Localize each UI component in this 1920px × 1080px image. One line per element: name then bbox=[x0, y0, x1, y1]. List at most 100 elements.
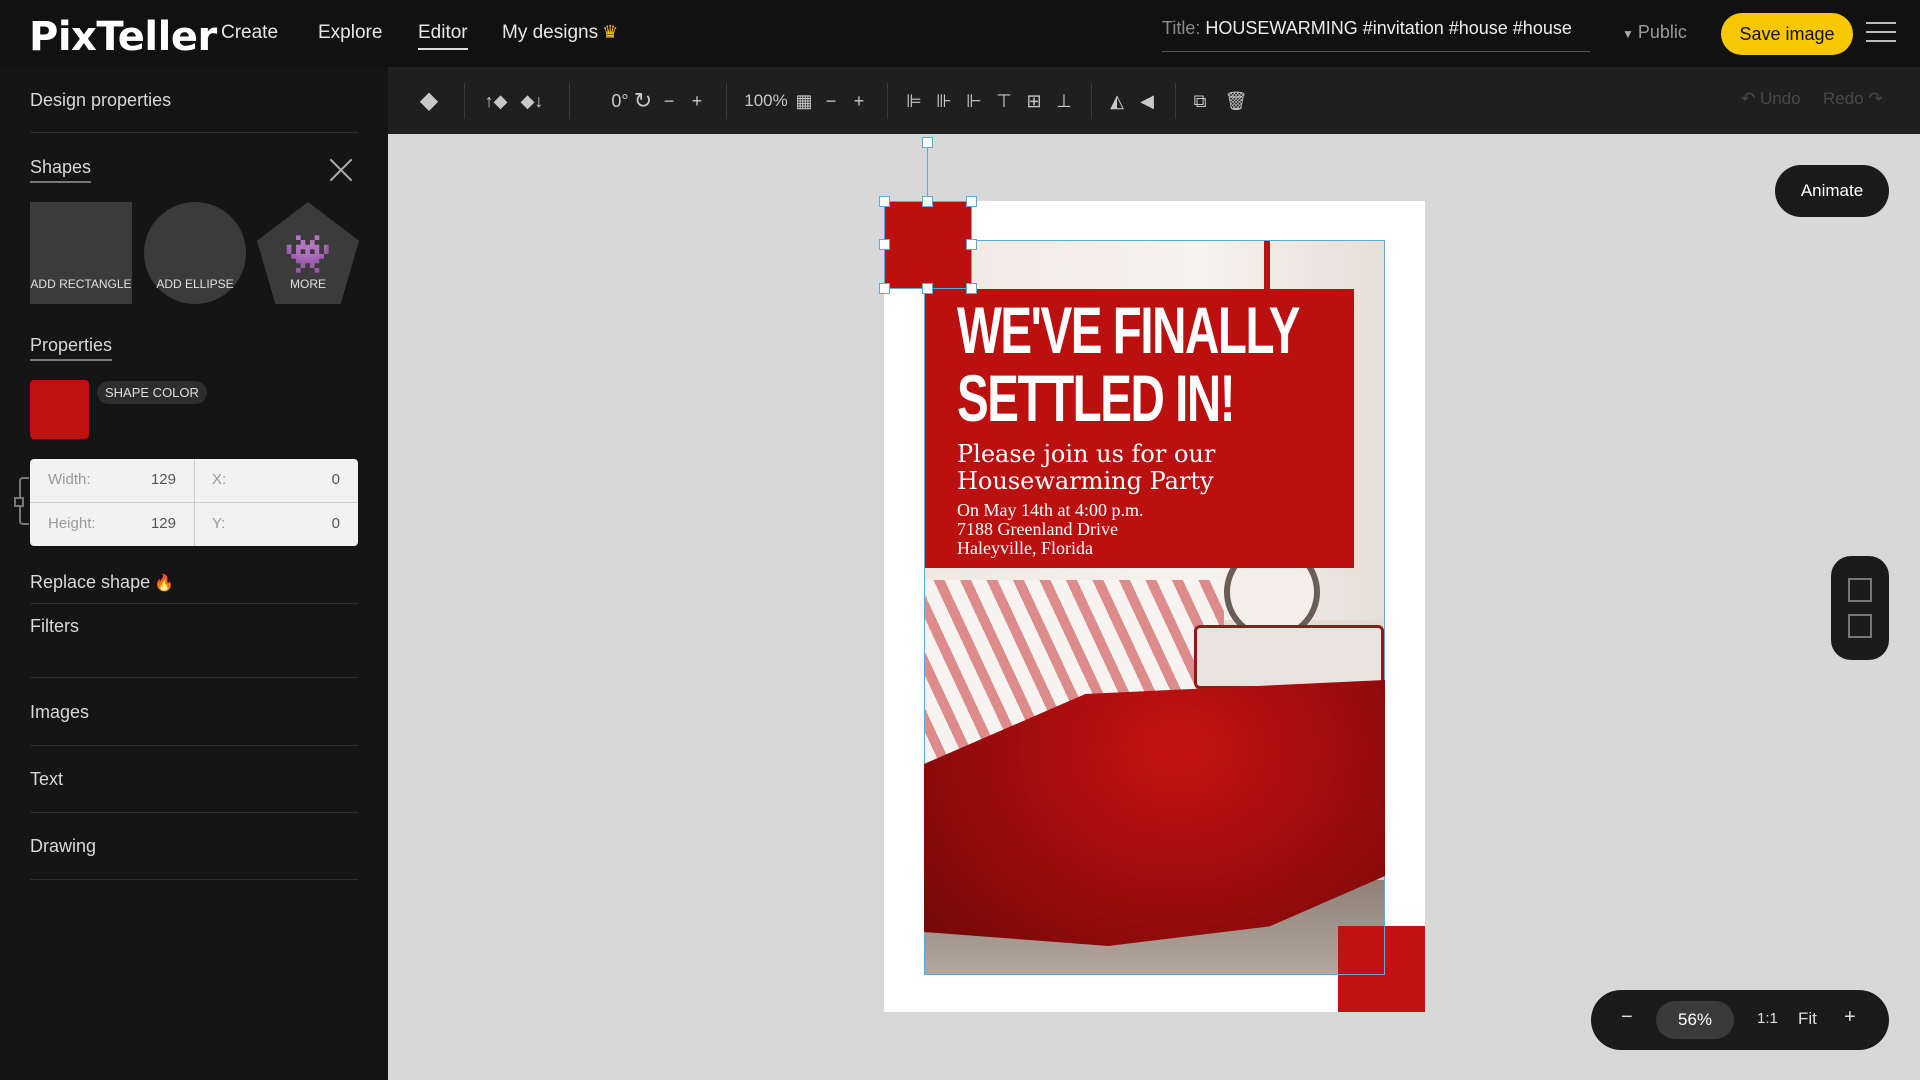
height-field[interactable]: Height: 129 bbox=[30, 503, 194, 546]
actual-size-button[interactable]: 1:1 bbox=[1757, 1010, 1778, 1027]
duplicate-icon[interactable]: ⧉ bbox=[1186, 87, 1214, 115]
text-section[interactable]: Text bbox=[30, 769, 63, 790]
flip-horizontal-icon[interactable]: ◭ bbox=[1104, 87, 1130, 115]
title-label: Title: bbox=[1162, 18, 1201, 38]
left-sidebar: Design properties Shapes ADD RECTANGLE A… bbox=[0, 67, 388, 1080]
add-ellipse-button[interactable]: ADD ELLIPSE bbox=[144, 202, 246, 304]
zoom-in-icon[interactable]: + bbox=[1844, 1006, 1856, 1029]
resize-handle-n[interactable] bbox=[922, 196, 933, 207]
animate-button[interactable]: Animate bbox=[1775, 165, 1889, 217]
design-properties-link[interactable]: Design properties bbox=[30, 90, 171, 111]
resize-handle-ne[interactable] bbox=[966, 196, 977, 207]
design-title-field[interactable]: Title: HOUSEWARMING #invitation #house #… bbox=[1162, 18, 1590, 52]
divider bbox=[726, 83, 727, 119]
top-navigation-bar: PixTeller Create Explore Editor My desig… bbox=[0, 0, 1920, 67]
divider bbox=[887, 83, 888, 119]
resize-handle-e[interactable] bbox=[966, 239, 977, 250]
flip-vertical-icon[interactable]: ◀ bbox=[1134, 87, 1160, 115]
undo-label: Undo bbox=[1759, 89, 1801, 108]
nav-explore[interactable]: Explore bbox=[318, 22, 382, 44]
bring-forward-icon[interactable]: ↑◆ bbox=[480, 87, 512, 115]
undo-button[interactable]: ↶ Undo bbox=[1741, 89, 1801, 109]
save-image-button[interactable]: Save image bbox=[1721, 13, 1853, 55]
opacity-increase-icon[interactable]: + bbox=[848, 87, 870, 115]
properties-heading: Properties bbox=[30, 335, 113, 361]
more-shapes-button[interactable]: 👾 MORE bbox=[257, 202, 359, 304]
x-value[interactable]: 0 bbox=[332, 471, 340, 488]
divider bbox=[1091, 83, 1092, 119]
align-left-icon[interactable]: ⊫ bbox=[902, 87, 926, 115]
resize-handle-nw[interactable] bbox=[879, 196, 890, 207]
x-field[interactable]: X: 0 bbox=[194, 459, 358, 502]
y-field[interactable]: Y: 0 bbox=[194, 503, 358, 546]
layers-icon[interactable]: ◆ bbox=[414, 87, 444, 115]
align-top-icon[interactable]: ⊤ bbox=[992, 87, 1016, 115]
dropdown-caret-icon: ▼ bbox=[1622, 27, 1634, 41]
opacity-value: 100% bbox=[744, 91, 788, 110]
rotate-increase-icon[interactable]: + bbox=[686, 87, 708, 115]
zoom-controls: − 56% 1:1 Fit + bbox=[1591, 990, 1889, 1050]
drawing-section[interactable]: Drawing bbox=[30, 836, 96, 857]
dimensions-panel: Width: 129 X: 0 Height: 129 Y: 0 bbox=[30, 459, 358, 546]
visibility-label: Public bbox=[1637, 22, 1687, 42]
send-backward-icon[interactable]: ◆↓ bbox=[516, 87, 548, 115]
align-right-icon[interactable]: ⊩ bbox=[962, 87, 986, 115]
nav-my-designs[interactable]: My designs ♛ bbox=[502, 22, 618, 44]
divider bbox=[30, 812, 358, 813]
resize-handle-w[interactable] bbox=[879, 239, 890, 250]
align-center-icon[interactable]: ⊪ bbox=[932, 87, 956, 115]
opacity-checker-icon[interactable]: ▦ bbox=[792, 87, 816, 115]
rotate-decrease-icon[interactable]: − bbox=[658, 87, 680, 115]
hamburger-menu-icon[interactable] bbox=[1866, 22, 1896, 44]
redo-label: Redo bbox=[1823, 89, 1864, 108]
height-value[interactable]: 129 bbox=[151, 515, 176, 532]
divider bbox=[1175, 83, 1176, 119]
y-value[interactable]: 0 bbox=[332, 515, 340, 532]
trash-icon[interactable]: 🗑 bbox=[1222, 87, 1250, 115]
resize-handle-s[interactable] bbox=[922, 283, 933, 294]
add-rectangle-button[interactable]: ADD RECTANGLE bbox=[30, 202, 132, 304]
align-bottom-icon[interactable]: ⊥ bbox=[1052, 87, 1076, 115]
title-value[interactable]: HOUSEWARMING #invitation #house #house bbox=[1205, 18, 1572, 38]
rotation-handle[interactable] bbox=[922, 137, 933, 148]
filters-link[interactable]: Filters bbox=[30, 616, 79, 637]
fit-button[interactable]: Fit bbox=[1798, 1009, 1817, 1029]
images-section[interactable]: Images bbox=[30, 702, 89, 723]
duplicate-page-icon[interactable] bbox=[1848, 614, 1872, 638]
aspect-lock-toggle[interactable] bbox=[14, 497, 24, 507]
divider bbox=[569, 83, 570, 119]
shapes-heading: Shapes bbox=[30, 157, 92, 183]
zoom-out-icon[interactable]: − bbox=[1621, 1006, 1633, 1029]
replace-shape-link[interactable]: Replace shape 🔥 bbox=[30, 572, 174, 593]
pixteller-logo[interactable]: PixTeller bbox=[29, 14, 217, 60]
width-value[interactable]: 129 bbox=[151, 471, 176, 488]
close-icon[interactable] bbox=[328, 157, 354, 183]
redo-button[interactable]: Redo ↷ bbox=[1823, 89, 1883, 109]
replace-shape-label: Replace shape bbox=[30, 572, 151, 592]
width-field[interactable]: Width: 129 bbox=[30, 459, 194, 502]
add-rectangle-label: ADD RECTANGLE bbox=[30, 277, 132, 291]
shape-color-swatch[interactable] bbox=[30, 380, 89, 439]
flame-icon: 🔥 bbox=[154, 575, 175, 592]
divider bbox=[30, 879, 358, 880]
nav-create[interactable]: Create bbox=[221, 22, 278, 44]
rotation-value: 0° bbox=[611, 91, 629, 111]
zoom-value[interactable]: 56% bbox=[1656, 1001, 1734, 1039]
height-label: Height: bbox=[48, 515, 96, 532]
rotate-icon[interactable]: ↻ bbox=[630, 87, 656, 115]
add-page-icon[interactable] bbox=[1848, 578, 1872, 602]
x-label: X: bbox=[212, 471, 227, 488]
undo-icon: ↶ bbox=[1741, 89, 1760, 108]
editor-toolbar: ◆ ↑◆ ◆↓ 0° ↻ − + 100% ▦ − + ⊫ ⊪ ⊩ ⊤ ⊞ ⊥ … bbox=[388, 67, 1920, 134]
canvas-side-tools bbox=[1831, 556, 1889, 660]
resize-handle-se[interactable] bbox=[966, 283, 977, 294]
align-middle-icon[interactable]: ⊞ bbox=[1022, 87, 1046, 115]
nav-my-designs-label: My designs bbox=[502, 22, 599, 43]
visibility-dropdown[interactable]: ▼ Public bbox=[1622, 22, 1687, 43]
selection-box bbox=[884, 201, 972, 289]
divider bbox=[30, 132, 358, 133]
resize-handle-sw[interactable] bbox=[879, 283, 890, 294]
crown-icon: ♛ bbox=[602, 22, 619, 42]
nav-editor[interactable]: Editor bbox=[418, 22, 468, 50]
opacity-decrease-icon[interactable]: − bbox=[820, 87, 842, 115]
